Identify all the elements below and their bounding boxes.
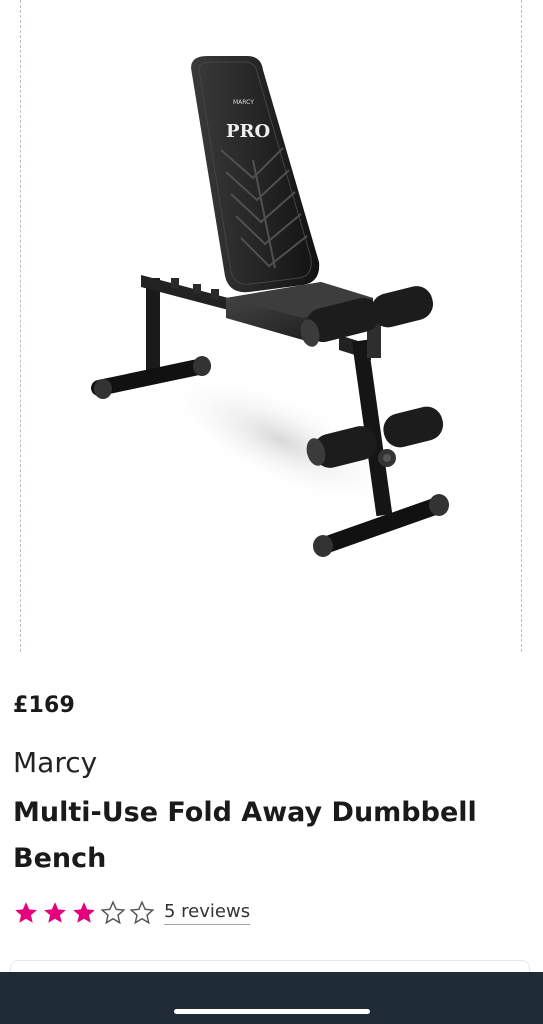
bottom-bar (0, 972, 543, 1024)
product-image[interactable]: MARCY PRO (20, 0, 522, 652)
logo-brand-text: MARCY (233, 99, 254, 106)
product-title: Multi-Use Fold Away Dumbbell Bench (13, 797, 477, 874)
star-filled-icon (44, 902, 66, 923)
star-filled-icon (15, 902, 37, 923)
product-page: MARCY PRO £169 Marcy Multi-Use Fold Away (0, 0, 543, 1024)
bench-illustration: MARCY PRO (91, 56, 449, 557)
star-empty-icon (129, 900, 155, 925)
logo-text: PRO (226, 121, 270, 142)
product-brand[interactable]: Marcy (13, 746, 97, 779)
product-price: £169 (13, 693, 76, 718)
star-filled-icon (73, 902, 95, 923)
home-indicator[interactable] (174, 1009, 370, 1014)
reviews-link[interactable]: 5 reviews (164, 901, 251, 925)
rating-summary[interactable]: 5 reviews (13, 900, 251, 926)
star-empty-icon (100, 900, 126, 925)
